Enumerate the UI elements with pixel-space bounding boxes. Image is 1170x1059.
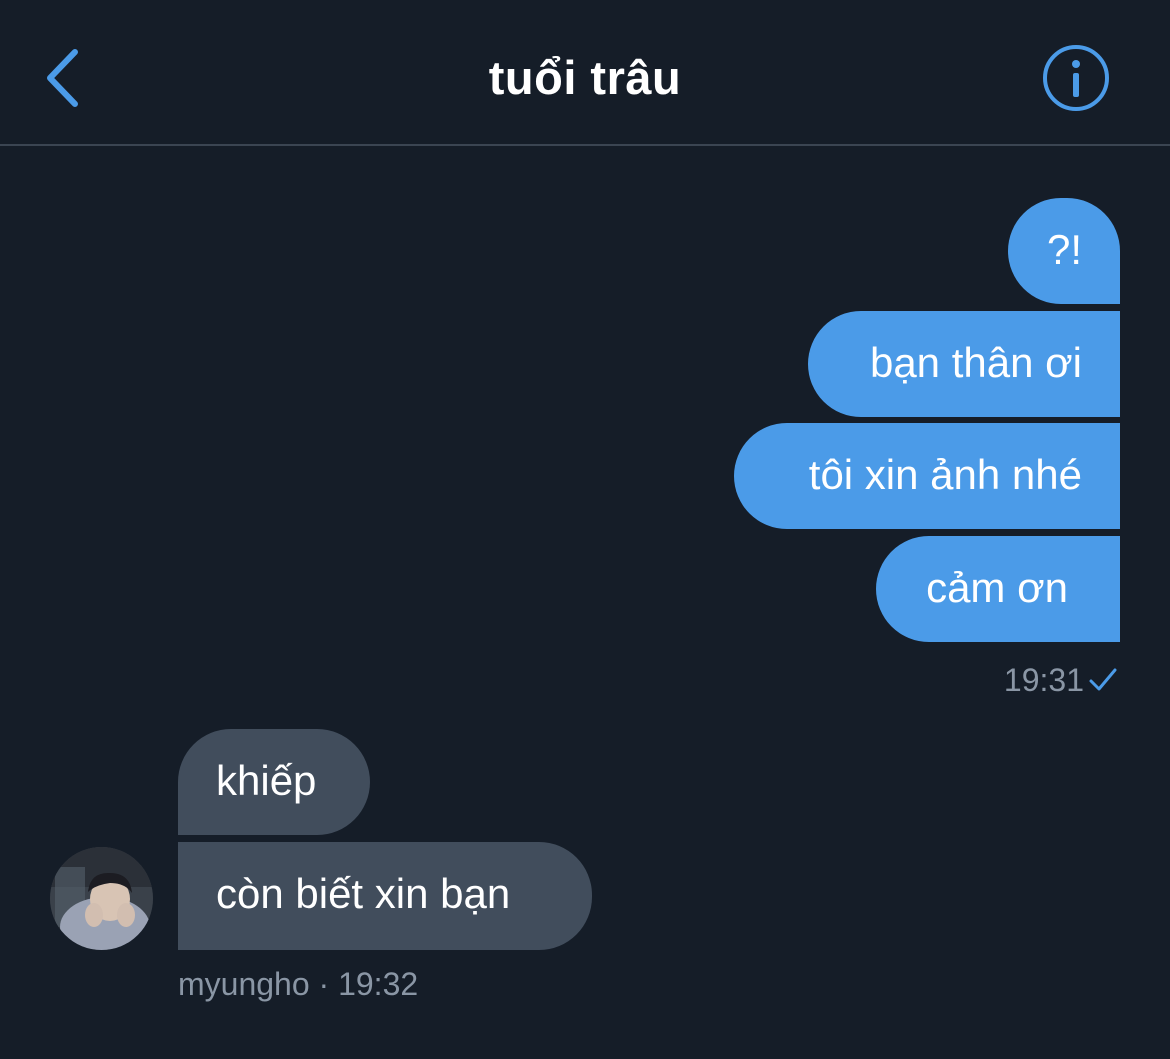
- message-text: còn biết xin bạn: [216, 870, 511, 917]
- message-text: cảm ơn: [926, 564, 1068, 611]
- outgoing-timestamp: 19:31: [1003, 662, 1084, 698]
- outgoing-message[interactable]: bạn thân ơi: [808, 311, 1120, 417]
- outgoing-message[interactable]: ?!: [1008, 198, 1120, 304]
- message-text: ?!: [1046, 226, 1082, 273]
- outgoing-message[interactable]: cảm ơn: [876, 536, 1120, 642]
- avatar[interactable]: [50, 847, 153, 950]
- avatar-photo: [50, 847, 153, 950]
- info-button[interactable]: [1040, 42, 1112, 114]
- outgoing-message[interactable]: tôi xin ảnh nhé: [734, 423, 1120, 529]
- chat-header: tuổi trâu: [0, 0, 1170, 146]
- message-text: bạn thân ơi: [869, 339, 1082, 386]
- checkmark-icon: [1089, 668, 1117, 691]
- incoming-message[interactable]: khiếp: [178, 729, 370, 835]
- info-icon: [1043, 45, 1109, 111]
- incoming-meta: myungho · 19:32: [178, 966, 419, 1002]
- incoming-message[interactable]: còn biết xin bạn: [178, 842, 592, 950]
- chat-title[interactable]: tuổi trâu: [0, 48, 1170, 108]
- message-text: tôi xin ảnh nhé: [808, 451, 1082, 498]
- message-text: khiếp: [216, 757, 317, 804]
